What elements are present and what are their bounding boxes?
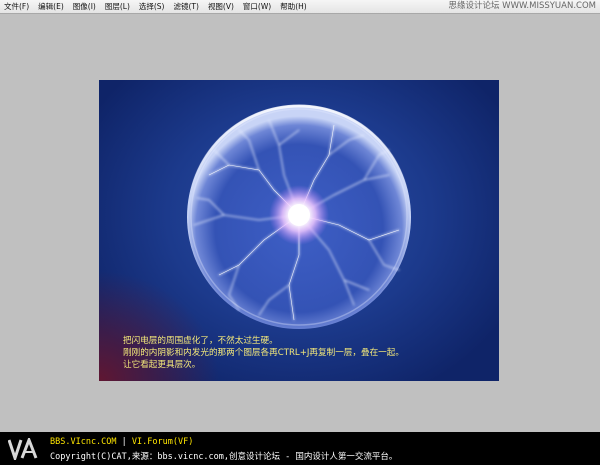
watermark-text: 思缘设计论坛 WWW.MISSYUAN.COM xyxy=(448,1,596,11)
menu-bar: 文件(F) 编辑(E) 图像(I) 图层(L) 选择(S) 滤镜(T) 视图(V… xyxy=(0,0,600,14)
caption-line-1: 把闪电层的周围虚化了，不然太过生硬。 xyxy=(123,336,278,346)
footer-banner: BBS.VIcnc.COM | VI.Forum(VF) Copyright(C… xyxy=(0,432,600,465)
footer-links: BBS.VIcnc.COM | VI.Forum(VF) xyxy=(50,437,193,447)
tutorial-caption: 把闪电层的周围虚化了，不然太过生硬。 刚刚的内阴影和内发光的那两个图层各再CTR… xyxy=(123,335,404,371)
menu-layer[interactable]: 图层(L) xyxy=(101,0,135,13)
copyright-text: Copyright(C)CAT,来源：bbs.vicnc.com,创意设计论坛 … xyxy=(50,452,398,462)
footer-separator: | xyxy=(121,437,127,447)
menu-image[interactable]: 图像(I) xyxy=(69,0,101,13)
caption-line-3: 让它看起更具层次。 xyxy=(123,360,201,370)
menu-window[interactable]: 窗口(W) xyxy=(239,0,276,13)
caption-line-2: 刚刚的内阴影和内发光的那两个图层各再CTRL+J再复制一层，叠在一起。 xyxy=(123,348,404,358)
menu-select[interactable]: 选择(S) xyxy=(135,0,170,13)
vi-logo-icon xyxy=(8,438,38,460)
menu-filter[interactable]: 滤镜(T) xyxy=(170,0,204,13)
document-canvas[interactable]: 把闪电层的周围虚化了，不然太过生硬。 刚刚的内阴影和内发光的那两个图层各再CTR… xyxy=(99,80,499,381)
menu-file[interactable]: 文件(F) xyxy=(0,0,34,13)
menu-view[interactable]: 视图(V) xyxy=(204,0,239,13)
forum-link[interactable]: VI.Forum(VF) xyxy=(132,437,193,447)
menu-help[interactable]: 帮助(H) xyxy=(276,0,312,13)
menu-edit[interactable]: 编辑(E) xyxy=(34,0,69,13)
site-link[interactable]: BBS.VIcnc.COM xyxy=(50,437,117,447)
